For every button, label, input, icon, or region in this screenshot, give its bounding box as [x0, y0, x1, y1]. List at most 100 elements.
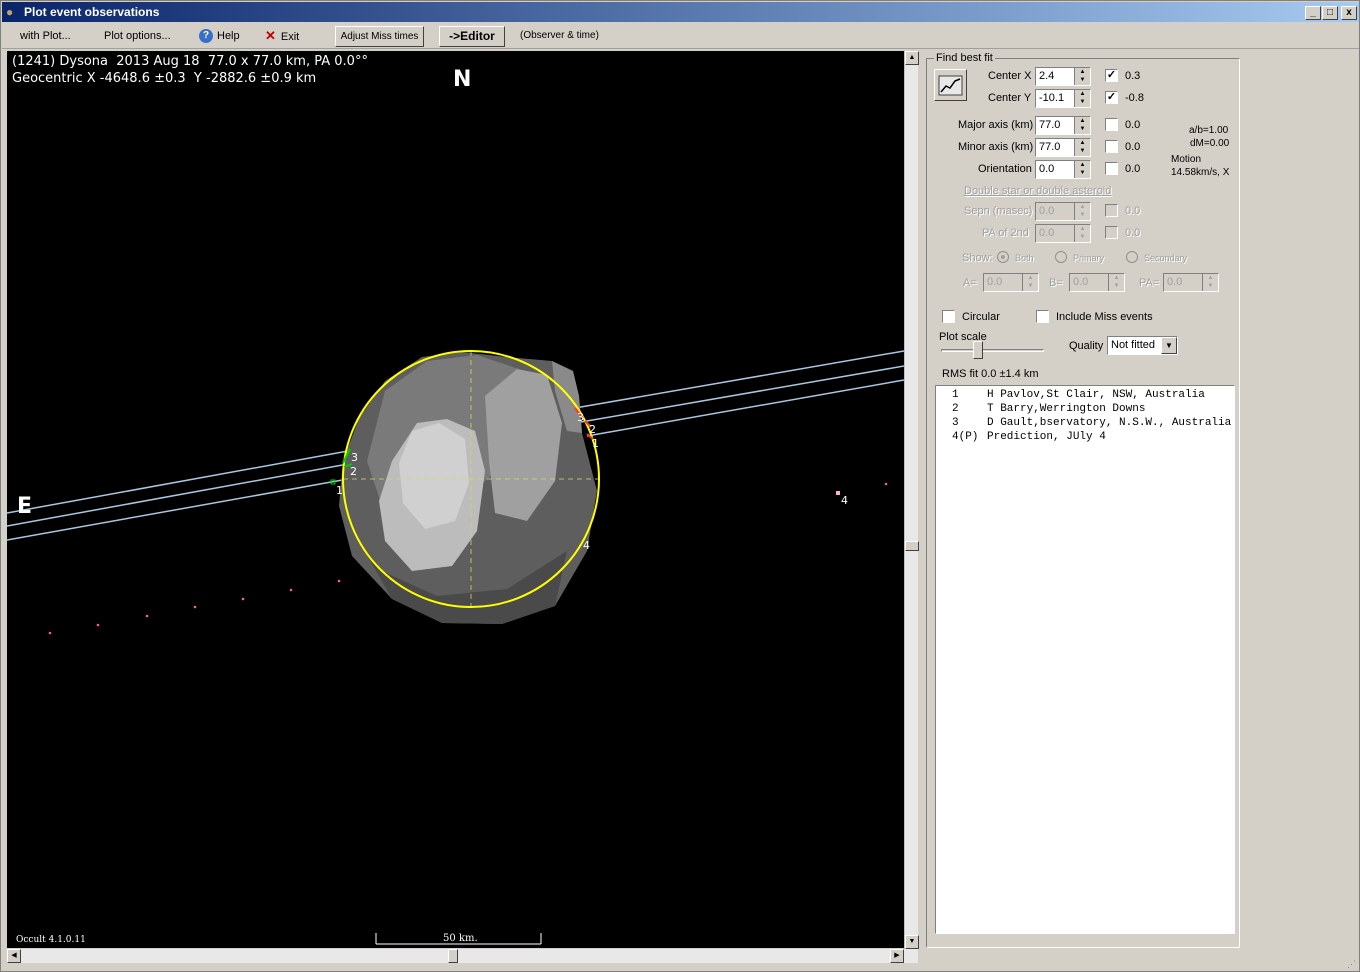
menu-with-plot[interactable]: with Plot... — [20, 28, 71, 44]
pa2-checkbox[interactable] — [1105, 226, 1118, 239]
show-primary-label: Primary — [1073, 253, 1104, 263]
show-secondary-label: Secondary — [1144, 253, 1188, 263]
minor-axis-checkbox[interactable] — [1105, 140, 1118, 153]
plot-header-line2: Geocentric X -4648.6 ±0.3 Y -2882.6 ±0.9… — [12, 71, 317, 86]
plot-scale-track[interactable] — [941, 349, 1044, 352]
orientation-input[interactable]: 0.0 ▲ ▼ — [1035, 160, 1091, 179]
observer-time-label: (Observer & time) — [520, 30, 599, 41]
chord-label: 1 — [336, 484, 343, 497]
pa2-input[interactable]: 0.0 ▲ ▼ — [1035, 224, 1091, 243]
show-secondary-radio[interactable] — [1126, 251, 1138, 263]
chord-label: 4 — [841, 494, 848, 507]
adjust-miss-times-button[interactable]: Adjust Miss times — [335, 26, 424, 47]
include-miss-checkbox[interactable] — [1036, 310, 1049, 323]
pa2-label: PA of 2nd — [982, 227, 1029, 239]
minor-axis-input[interactable]: 77.0 ▲ ▼ — [1035, 138, 1091, 157]
prediction-dot — [193, 605, 197, 609]
major-axis-result: 0.0 — [1125, 119, 1141, 131]
fit-chart-icon — [938, 75, 963, 96]
include-miss-label: Include Miss events — [1056, 311, 1153, 323]
chord-label: 2 — [589, 423, 596, 436]
scale-label: 50 km. — [443, 933, 478, 944]
center-y-checkbox[interactable]: ✓ — [1105, 91, 1118, 104]
plot-horizontal-scrollbar[interactable]: ◀ ▶ — [7, 949, 918, 963]
minor-axis-label: Minor axis (km) — [958, 141, 1034, 153]
sepn-input[interactable]: 0.0 ▲ ▼ — [1035, 202, 1091, 221]
circular-checkbox[interactable] — [942, 310, 955, 323]
plot-scale-slider[interactable] — [973, 341, 983, 359]
chord-label: 1 — [592, 437, 599, 450]
minor-axis-result: 0.0 — [1125, 141, 1141, 153]
chord-label: 3 — [351, 451, 358, 464]
major-axis-checkbox[interactable] — [1105, 118, 1118, 131]
scroll-right-button[interactable]: ▶ — [890, 949, 904, 963]
circular-label: Circular — [962, 311, 1000, 323]
prediction-dot — [337, 579, 341, 583]
maximize-button[interactable]: □ — [1322, 6, 1338, 20]
sepn-label: Sepn (masec) — [964, 205, 1033, 217]
show-both-label: Both — [1015, 253, 1034, 263]
rms-fit: RMS fit 0.0 ±1.4 km — [942, 368, 1039, 380]
occultation-plot: 1 2 3 1 2 3 4 4 — [7, 350, 904, 945]
pa-input[interactable]: 0.0 ▲ ▼ — [1163, 273, 1219, 292]
scroll-left-button[interactable]: ◀ — [7, 949, 21, 963]
center-y-input[interactable]: -10.1 ▲ ▼ — [1035, 89, 1091, 108]
chord-line — [7, 450, 349, 514]
chord-label: 2 — [350, 465, 357, 478]
center-x-input[interactable]: 2.4 ▲ ▼ — [1035, 67, 1091, 86]
center-y-label: Center Y — [988, 92, 1032, 104]
show-label: Show: — [962, 252, 993, 264]
chord-line — [574, 350, 904, 409]
menu-exit[interactable]: ✕ Exit — [265, 28, 299, 44]
center-x-label: Center X — [988, 70, 1032, 82]
menu-plot-options[interactable]: Plot options... — [104, 28, 171, 44]
ab-ratio: a/b=1.00 — [1189, 125, 1229, 136]
help-icon: ? — [199, 29, 213, 44]
a-input[interactable]: 0.0 ▲ ▼ — [983, 273, 1039, 292]
sepn-checkbox[interactable] — [1105, 204, 1118, 217]
prediction-dot — [884, 482, 888, 486]
sepn-result: 0.0 — [1125, 205, 1141, 217]
show-both-radio[interactable] — [997, 251, 1009, 263]
plot-vertical-scrollbar[interactable]: ▲ ▼ — [904, 51, 919, 949]
prediction-dot — [241, 597, 245, 601]
major-axis-input[interactable]: 77.0 ▲ ▼ — [1035, 116, 1091, 135]
find-best-fit-title: Find best fit — [934, 52, 995, 64]
editor-button[interactable]: ->Editor — [439, 26, 505, 47]
observer-list[interactable]: 1H Pavlov,St Clair, NSW, Australia 2T Ba… — [935, 385, 1235, 934]
scroll-thumb[interactable] — [448, 949, 458, 963]
chord-label: 4 — [583, 539, 590, 552]
scroll-down-button[interactable]: ▼ — [905, 935, 919, 949]
scroll-up-button[interactable]: ▲ — [905, 51, 919, 65]
center-y-result: -0.8 — [1125, 92, 1144, 104]
center-x-checkbox[interactable]: ✓ — [1105, 69, 1118, 82]
chord-line — [7, 478, 349, 541]
plot-area[interactable]: 1 2 3 1 2 3 4 4 (1241) Dysona 2013 Aug 1… — [7, 51, 904, 948]
delta-magnitude: dM=0.00 — [1190, 138, 1230, 149]
main-window: ● Plot event observations _ □ x with Plo… — [0, 0, 1360, 972]
resize-grip[interactable]: ⋰ — [1347, 959, 1359, 971]
show-primary-radio[interactable] — [1055, 251, 1067, 263]
quality-select[interactable]: Not fitted ▼ — [1107, 336, 1178, 355]
close-button[interactable]: x — [1341, 6, 1357, 20]
chord-line — [586, 379, 904, 437]
scroll-thumb[interactable] — [905, 541, 919, 551]
chord-line — [580, 365, 904, 423]
b-label: B= — [1049, 277, 1063, 289]
minimize-button[interactable]: _ — [1305, 6, 1321, 20]
find-best-fit-button[interactable] — [934, 69, 967, 101]
east-label: E — [17, 494, 33, 519]
pa-label: PA= — [1139, 277, 1160, 289]
exit-icon: ✕ — [265, 28, 276, 43]
menu-help[interactable]: ? Help — [199, 28, 240, 44]
window-title: Plot event observations — [24, 5, 160, 19]
menu-bar: with Plot... Plot options... ? Help ✕ Exit… — [2, 23, 1359, 49]
prediction-dot — [145, 614, 149, 618]
prediction-dot — [96, 623, 100, 627]
pa2-result: 0.0 — [1125, 227, 1141, 239]
orientation-result: 0.0 — [1125, 163, 1141, 175]
double-star-title: Double star or double asteroid — [964, 185, 1112, 197]
orientation-checkbox[interactable] — [1105, 162, 1118, 175]
prediction-dot — [289, 588, 293, 592]
b-input[interactable]: 0.0 ▲ ▼ — [1069, 273, 1125, 292]
